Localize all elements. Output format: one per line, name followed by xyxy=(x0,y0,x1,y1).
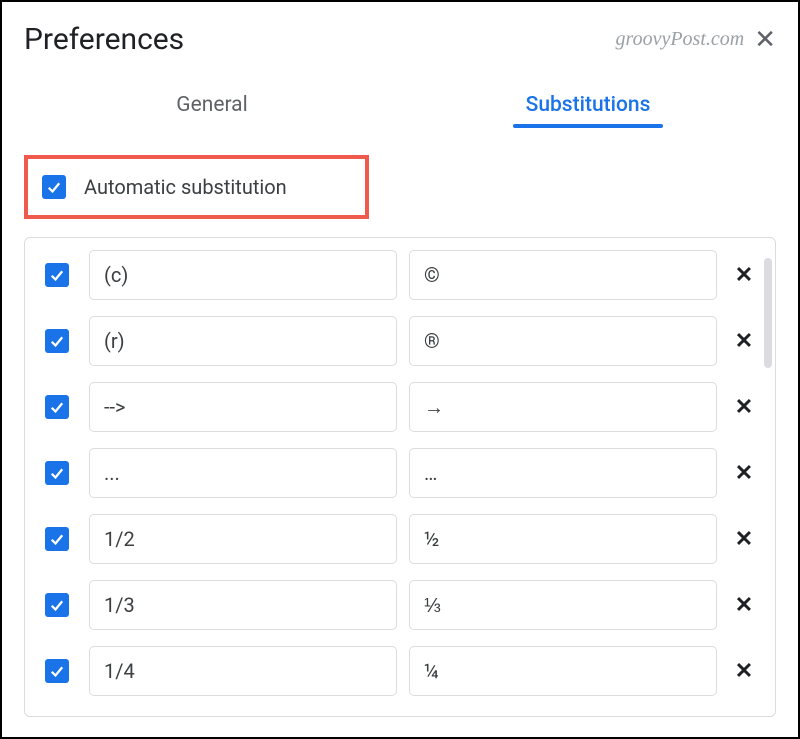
remove-icon[interactable]: ✕ xyxy=(729,395,759,420)
substitutions-table: (c) © ✕ (r) ® ✕ --> → ✕ ... … ✕ xyxy=(24,237,776,717)
check-icon xyxy=(48,530,66,548)
automatic-substitution-row: Automatic substitution xyxy=(24,155,369,219)
replace-input[interactable]: --> xyxy=(89,382,397,432)
remove-icon[interactable]: ✕ xyxy=(729,593,759,618)
replace-input[interactable]: 1/3 xyxy=(89,580,397,630)
with-input[interactable]: ® xyxy=(409,316,717,366)
substitution-row: (c) © ✕ xyxy=(37,250,769,300)
check-icon xyxy=(48,398,66,416)
dialog-title: Preferences xyxy=(24,22,184,57)
row-checkbox[interactable] xyxy=(45,263,69,287)
tab-substitutions[interactable]: Substitutions xyxy=(400,85,776,125)
row-checkbox[interactable] xyxy=(45,527,69,551)
row-checkbox[interactable] xyxy=(45,461,69,485)
substitution-row: --> → ✕ xyxy=(37,382,769,432)
with-input[interactable]: → xyxy=(409,382,717,432)
check-icon xyxy=(45,178,63,196)
with-input[interactable]: © xyxy=(409,250,717,300)
tab-general[interactable]: General xyxy=(24,85,400,125)
substitution-rows: (c) © ✕ (r) ® ✕ --> → ✕ ... … ✕ xyxy=(37,250,769,716)
dialog-header: Preferences groovyPost.com ✕ xyxy=(24,22,776,57)
remove-icon[interactable]: ✕ xyxy=(729,659,759,684)
remove-icon[interactable]: ✕ xyxy=(729,461,759,486)
with-input[interactable]: ½ xyxy=(409,514,717,564)
with-input[interactable]: ⅓ xyxy=(409,580,717,630)
remove-icon[interactable]: ✕ xyxy=(729,527,759,552)
check-icon xyxy=(48,596,66,614)
header-right: groovyPost.com ✕ xyxy=(616,27,776,53)
substitution-row: 1/3 ⅓ ✕ xyxy=(37,580,769,630)
replace-input[interactable]: 1/2 xyxy=(89,514,397,564)
substitution-row: ... … ✕ xyxy=(37,448,769,498)
check-icon xyxy=(48,332,66,350)
replace-input[interactable]: (c) xyxy=(89,250,397,300)
tabs: General Substitutions xyxy=(24,85,776,125)
substitution-row: 1/2 ½ ✕ xyxy=(37,514,769,564)
row-checkbox[interactable] xyxy=(45,329,69,353)
remove-icon[interactable]: ✕ xyxy=(729,263,759,288)
remove-icon[interactable]: ✕ xyxy=(729,329,759,354)
row-checkbox[interactable] xyxy=(45,659,69,683)
automatic-substitution-checkbox[interactable] xyxy=(42,175,66,199)
substitution-row: (r) ® ✕ xyxy=(37,316,769,366)
substitution-row: 1/4 ¼ ✕ xyxy=(37,646,769,696)
check-icon xyxy=(48,464,66,482)
check-icon xyxy=(48,266,66,284)
preferences-dialog: Preferences groovyPost.com ✕ General Sub… xyxy=(2,2,798,737)
close-icon[interactable]: ✕ xyxy=(754,27,776,53)
with-input[interactable]: … xyxy=(409,448,717,498)
watermark-text: groovyPost.com xyxy=(616,28,745,51)
row-checkbox[interactable] xyxy=(45,395,69,419)
automatic-substitution-label: Automatic substitution xyxy=(84,175,287,199)
row-checkbox[interactable] xyxy=(45,593,69,617)
replace-input[interactable]: 1/4 xyxy=(89,646,397,696)
with-input[interactable]: ¼ xyxy=(409,646,717,696)
replace-input[interactable]: ... xyxy=(89,448,397,498)
check-icon xyxy=(48,662,66,680)
replace-input[interactable]: (r) xyxy=(89,316,397,366)
scrollbar[interactable] xyxy=(764,258,772,368)
